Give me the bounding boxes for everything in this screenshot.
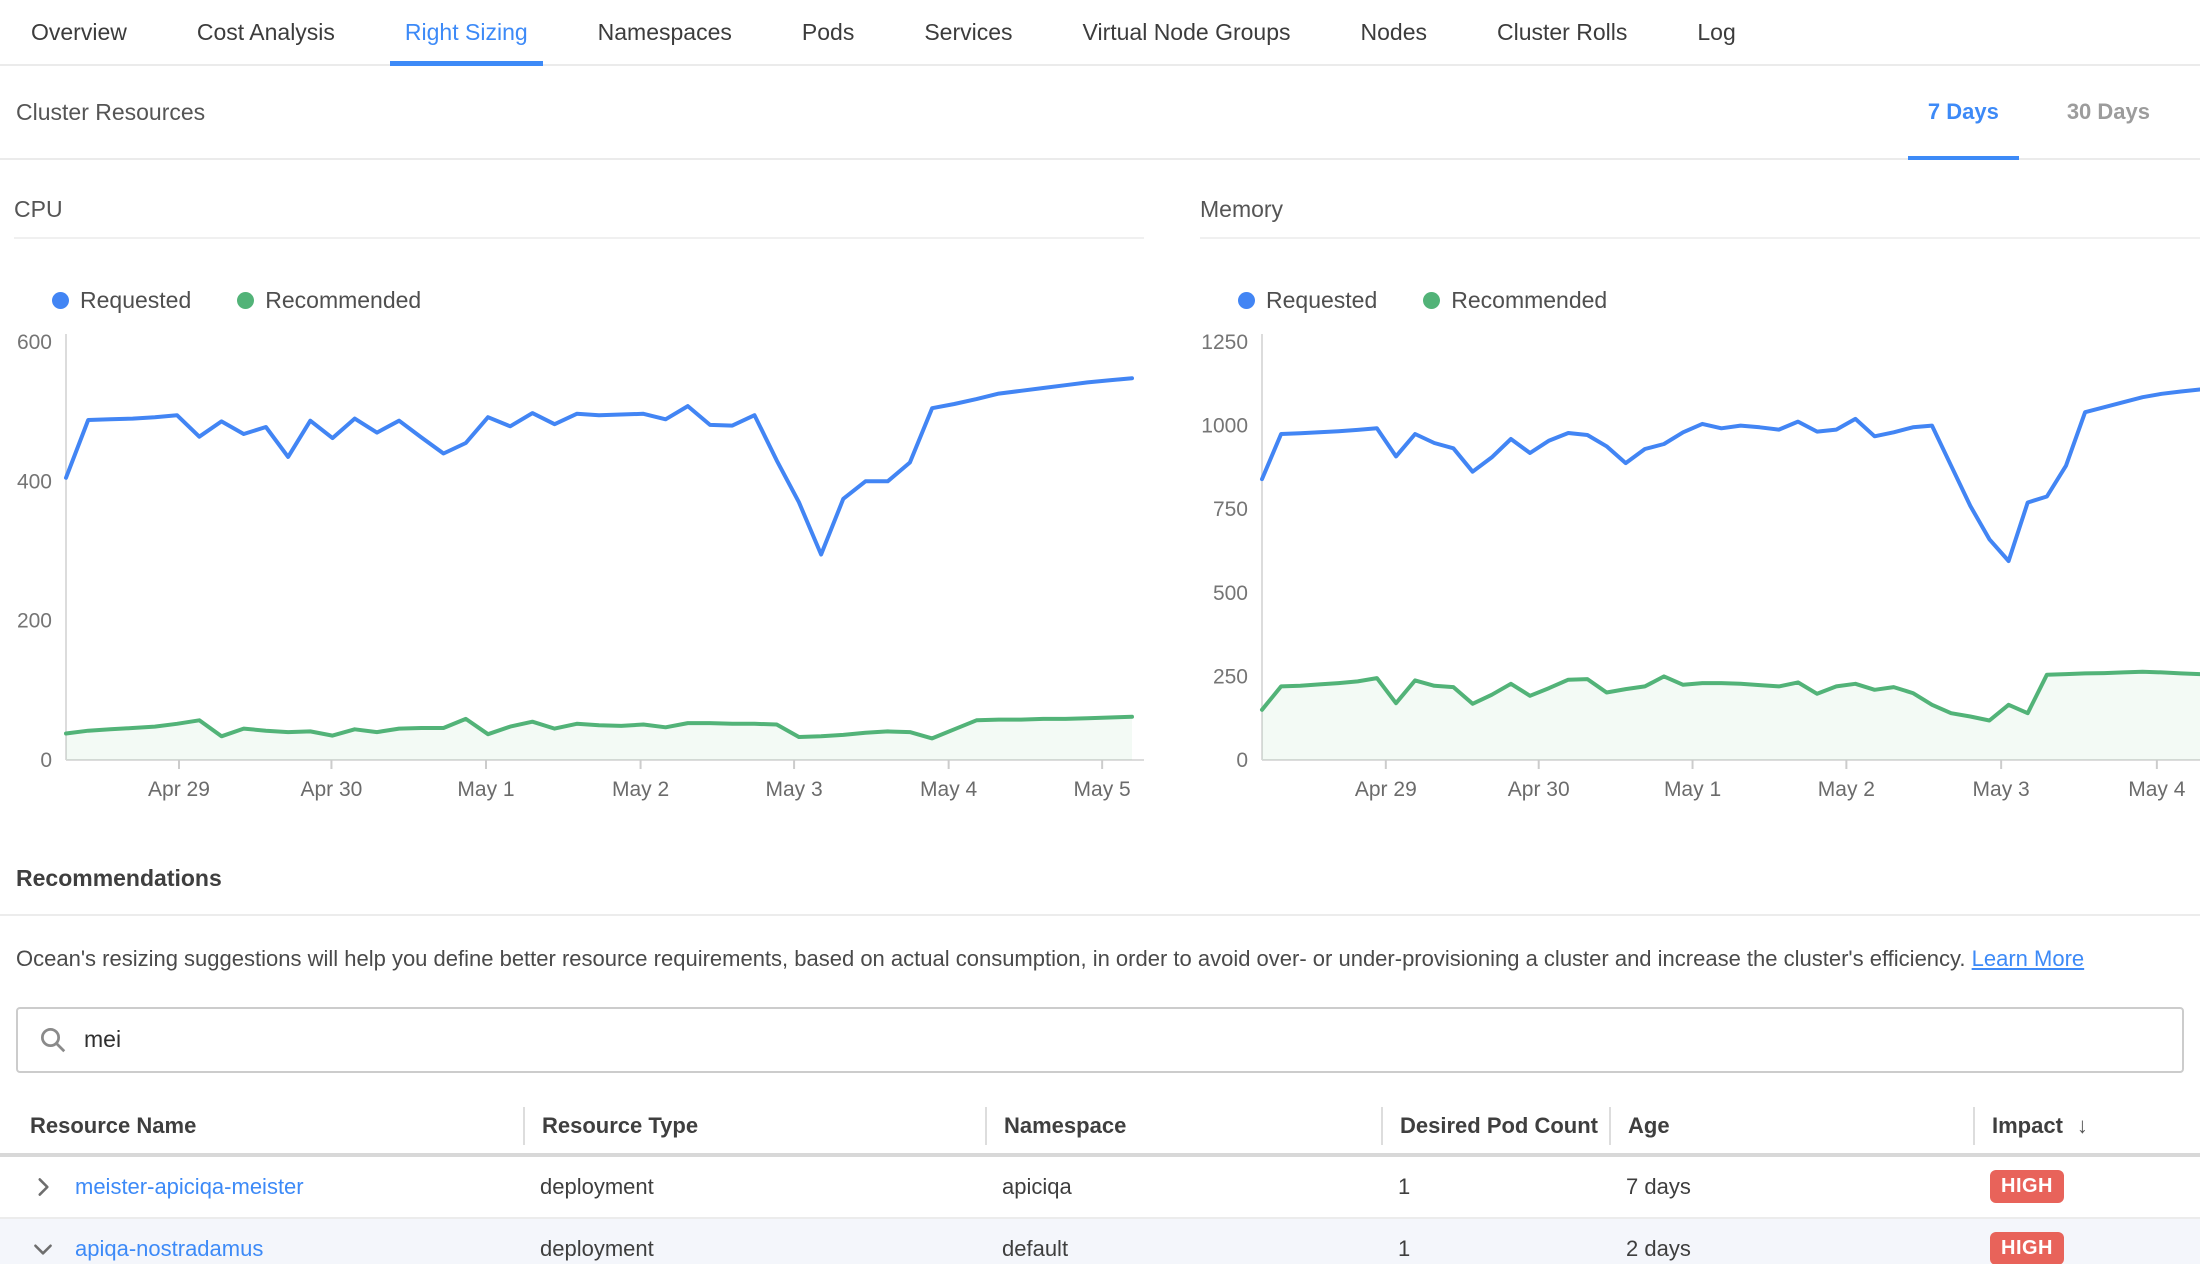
column-header-resource-name[interactable]: Resource Name [0, 1107, 523, 1145]
range-tab-30-days[interactable]: 30 Days [2033, 66, 2184, 158]
recommendations-description: Ocean's resizing suggestions will help y… [16, 944, 2184, 975]
svg-text:600: 600 [17, 331, 52, 354]
memory-chart-panel: Memory Requested Recommended 0 250 500 750 1… [1200, 160, 2200, 811]
column-header-impact[interactable]: Impact ↓ [1973, 1107, 2200, 1145]
legend-label-recommended: Recommended [1451, 287, 1607, 314]
column-header-namespace[interactable]: Namespace [985, 1107, 1381, 1145]
divider [0, 914, 2200, 916]
cpu-line-chart: 0 200 400 600 Apr 29 Apr 30 May 1 May 2 May 3 May… [14, 326, 1144, 806]
cpu-chart-panel: CPU Requested Recommended 0 200 400 600 Apr … [14, 160, 1144, 811]
tab-virtual-node-groups[interactable]: Virtual Node Groups [1068, 0, 1306, 64]
cpu-chart-title: CPU [14, 196, 1144, 239]
column-header-age[interactable]: Age [1609, 1107, 1973, 1145]
age-cell: 7 days [1609, 1174, 1973, 1200]
legend-item-requested: Requested [52, 287, 191, 314]
svg-text:May 3: May 3 [1973, 778, 2030, 801]
svg-text:500: 500 [1213, 582, 1248, 605]
svg-text:Apr 30: Apr 30 [300, 778, 362, 801]
tab-namespaces[interactable]: Namespaces [583, 0, 747, 64]
search-icon [38, 1025, 68, 1055]
charts-row: CPU Requested Recommended 0 200 400 600 Apr … [0, 160, 2200, 811]
resource-type-cell: deployment [523, 1174, 985, 1200]
legend-label-recommended: Recommended [265, 287, 421, 314]
top-tab-bar: Overview Cost Analysis Right Sizing Name… [0, 0, 2200, 66]
tab-services[interactable]: Services [909, 0, 1027, 64]
legend-label-requested: Requested [80, 287, 191, 314]
time-range-toggle: 7 Days 30 Days [1894, 66, 2184, 158]
svg-text:250: 250 [1213, 665, 1248, 688]
memory-chart-title: Memory [1200, 196, 2200, 239]
tab-nodes[interactable]: Nodes [1346, 0, 1442, 64]
resource-type-cell: deployment [523, 1236, 985, 1262]
chevron-down-icon[interactable] [30, 1236, 56, 1262]
desired-pod-count-cell: 1 [1381, 1236, 1609, 1262]
impact-high-badge: HIGH [1990, 1232, 2064, 1264]
recommendations-table: Resource Name Resource Type Namespace De… [0, 1099, 2200, 1264]
memory-line-chart: 0 250 500 750 1000 1250 Apr 29 Apr 30 May 1 May 2… [1200, 326, 2200, 806]
svg-text:May 3: May 3 [765, 778, 822, 801]
cpu-chart-legend: Requested Recommended [52, 287, 1144, 314]
sort-desc-arrow-icon[interactable]: ↓ [2077, 1113, 2088, 1139]
cluster-resources-title: Cluster Resources [16, 99, 205, 126]
impact-high-badge: HIGH [1990, 1170, 2064, 1203]
memory-chart-legend: Requested Recommended [1238, 287, 2200, 314]
recommended-dot-icon [237, 292, 254, 309]
column-header-desired-pod-count[interactable]: Desired Pod Count [1381, 1107, 1609, 1145]
svg-text:May 1: May 1 [1664, 778, 1721, 801]
requested-dot-icon [52, 292, 69, 309]
namespace-cell: default [985, 1236, 1381, 1262]
tab-cost-analysis[interactable]: Cost Analysis [182, 0, 350, 64]
search-box [16, 1007, 2184, 1073]
svg-text:May 4: May 4 [2128, 778, 2186, 801]
resource-name-link[interactable]: meister-apiciqa-meister [75, 1174, 304, 1200]
svg-text:1250: 1250 [1201, 331, 1248, 354]
svg-text:May 2: May 2 [1818, 778, 1875, 801]
svg-text:750: 750 [1213, 498, 1248, 521]
svg-text:Apr 30: Apr 30 [1508, 778, 1570, 801]
svg-text:May 2: May 2 [612, 778, 669, 801]
description-text: Ocean's resizing suggestions will help y… [16, 946, 1966, 971]
svg-text:400: 400 [17, 470, 52, 493]
table-header-row: Resource Name Resource Type Namespace De… [0, 1099, 2200, 1157]
legend-item-requested: Requested [1238, 287, 1377, 314]
search-input[interactable] [84, 1026, 2162, 1053]
recommendations-section: Recommendations Ocean's resizing suggest… [0, 865, 2200, 1264]
impact-header-label: Impact [1992, 1113, 2063, 1139]
table-row[interactable]: apiqa-nostradamus deployment default 1 2… [0, 1219, 2200, 1264]
learn-more-link[interactable]: Learn More [1972, 946, 2085, 971]
svg-text:May 4: May 4 [920, 778, 978, 801]
resource-name-link[interactable]: apiqa-nostradamus [75, 1236, 263, 1262]
tab-pods[interactable]: Pods [787, 0, 869, 64]
svg-text:1000: 1000 [1201, 415, 1248, 438]
chevron-right-icon[interactable] [30, 1174, 56, 1200]
recommended-dot-icon [1423, 292, 1440, 309]
svg-text:Apr 29: Apr 29 [1355, 778, 1417, 801]
tab-log[interactable]: Log [1682, 0, 1750, 64]
requested-dot-icon [1238, 292, 1255, 309]
desired-pod-count-cell: 1 [1381, 1174, 1609, 1200]
age-cell: 2 days [1609, 1236, 1973, 1262]
legend-item-recommended: Recommended [1423, 287, 1607, 314]
legend-label-requested: Requested [1266, 287, 1377, 314]
svg-text:May 1: May 1 [457, 778, 514, 801]
tab-right-sizing[interactable]: Right Sizing [390, 0, 543, 64]
recommendations-title: Recommendations [16, 865, 2184, 892]
tab-overview[interactable]: Overview [16, 0, 142, 64]
svg-text:Apr 29: Apr 29 [148, 778, 210, 801]
svg-text:200: 200 [17, 610, 52, 633]
svg-text:0: 0 [1236, 749, 1248, 772]
range-tab-7-days[interactable]: 7 Days [1894, 66, 2033, 158]
column-header-resource-type[interactable]: Resource Type [523, 1107, 985, 1145]
tab-cluster-rolls[interactable]: Cluster Rolls [1482, 0, 1642, 64]
legend-item-recommended: Recommended [237, 287, 421, 314]
svg-text:May 5: May 5 [1074, 778, 1131, 801]
svg-text:0: 0 [40, 749, 52, 772]
cluster-resources-header: Cluster Resources 7 Days 30 Days [0, 66, 2200, 160]
namespace-cell: apiciqa [985, 1174, 1381, 1200]
table-row[interactable]: meister-apiciqa-meister deployment apici… [0, 1157, 2200, 1219]
